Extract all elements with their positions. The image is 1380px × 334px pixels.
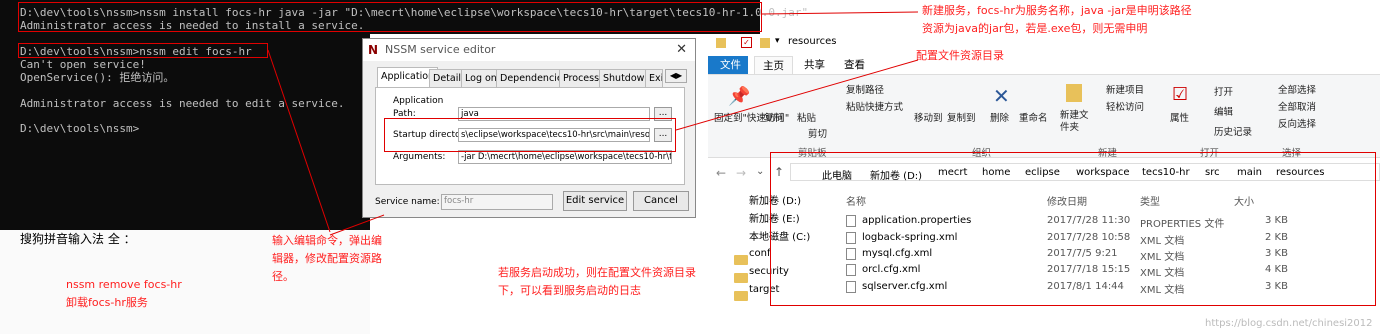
annotation-arrows bbox=[267, 11, 919, 236]
arrow-edit bbox=[267, 49, 331, 233]
arrow-config-dir bbox=[675, 59, 919, 131]
arrow-install bbox=[761, 11, 919, 15]
arrow-edit-dialog bbox=[329, 214, 385, 236]
